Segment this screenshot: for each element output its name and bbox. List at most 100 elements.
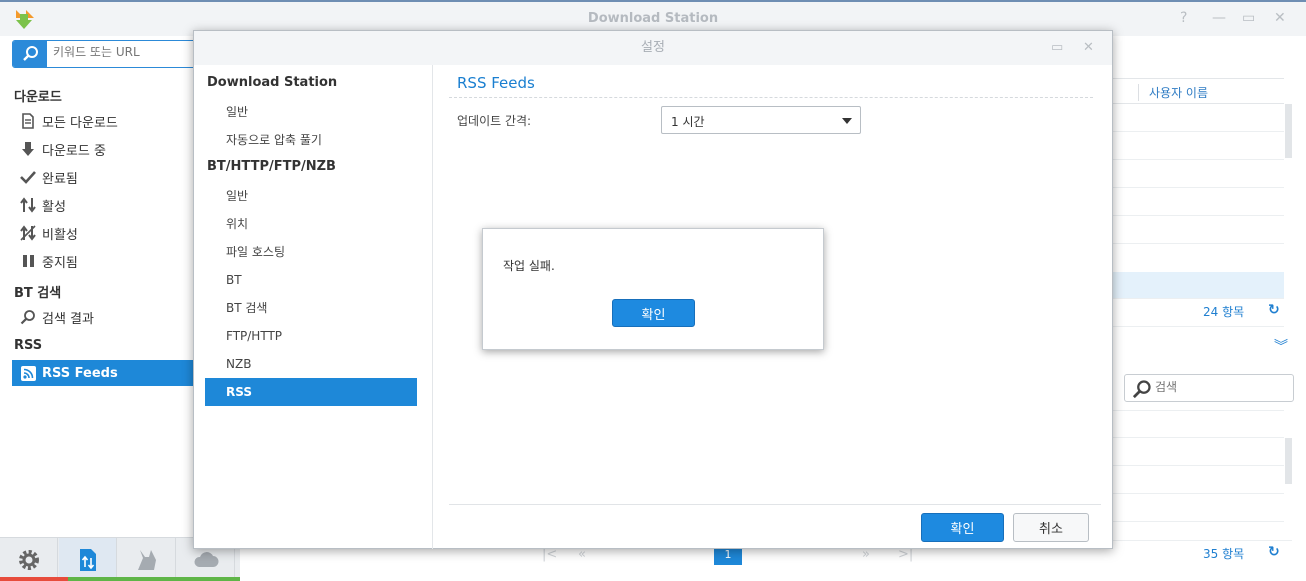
sidebar-item-label: 비활성 xyxy=(42,227,78,243)
table-row xyxy=(1112,187,1284,188)
settings-button[interactable] xyxy=(0,538,58,581)
table-row xyxy=(1112,243,1284,244)
detail-search-input[interactable] xyxy=(1155,380,1285,394)
column-header-username[interactable]: 사용자 이름 xyxy=(1138,84,1208,101)
sidebar-item-inactive[interactable]: 비활성 xyxy=(12,220,194,246)
transfer-icon xyxy=(79,549,96,571)
refresh-icon[interactable]: ↻ xyxy=(1268,302,1280,318)
status-strip xyxy=(0,577,68,581)
dialog-title: 설정 xyxy=(194,31,1112,65)
divider xyxy=(449,97,1093,98)
up-down-arrows-icon xyxy=(20,197,36,213)
sidebar-item-label: 모든 다운로드 xyxy=(42,115,118,131)
nav-item-general[interactable]: 일반 xyxy=(205,98,417,126)
task-count: 24 항목 xyxy=(1203,305,1245,319)
arrow-down-icon xyxy=(20,141,36,157)
nav-section-bt-http: BT/HTTP/FTP/NZB xyxy=(207,159,336,174)
sidebar-item-rss-feeds[interactable]: RSS Feeds xyxy=(12,360,194,386)
sidebar-item-completed[interactable]: 완료됨 xyxy=(12,164,194,190)
maximize-icon[interactable]: ▭ xyxy=(1051,40,1063,55)
window-title: Download Station xyxy=(587,11,719,26)
first-page-icon[interactable]: |< xyxy=(542,547,557,562)
rss-icon xyxy=(20,365,36,381)
nav-section-download-station: Download Station xyxy=(207,75,338,90)
bt-search-section-header: BT 검색 xyxy=(14,286,62,301)
sidebar-item-label: 완료됨 xyxy=(42,171,78,187)
search-button[interactable] xyxy=(13,41,47,67)
divider xyxy=(1112,410,1284,411)
table-row xyxy=(1112,493,1284,494)
scrollbar[interactable] xyxy=(1285,438,1292,484)
alert-ok-button[interactable]: 확인 xyxy=(612,299,695,327)
sidebar-item-label: RSS Feeds xyxy=(42,365,118,381)
donkey-icon xyxy=(137,550,156,570)
sidebar-item-downloading[interactable]: 다운로드 중 xyxy=(12,136,194,162)
last-page-icon[interactable]: >| xyxy=(898,547,913,562)
nav-item-rss[interactable]: RSS xyxy=(205,378,417,406)
update-interval-select[interactable]: 1 시간 xyxy=(661,106,861,134)
sidebar-item-search-results[interactable]: 검색 결과 xyxy=(12,304,194,330)
collapse-chevron-icon[interactable]: ︾ xyxy=(1274,336,1288,356)
sidebar-item-label: 활성 xyxy=(42,199,66,215)
sidebar-item-label: 중지됨 xyxy=(42,255,78,271)
table-row xyxy=(1112,521,1284,522)
close-icon[interactable]: ✕ xyxy=(1274,10,1286,26)
divider xyxy=(1112,298,1284,299)
next-page-icon[interactable]: » xyxy=(862,547,870,562)
checkmark-icon xyxy=(20,169,36,185)
emule-button[interactable] xyxy=(118,538,176,581)
nav-item-ftp-http[interactable]: FTP/HTTP xyxy=(205,322,417,350)
update-interval-label: 업데이트 간격: xyxy=(457,114,532,128)
status-strip xyxy=(68,577,240,581)
minimize-icon[interactable]: — xyxy=(1212,10,1226,26)
cancel-button[interactable]: 취소 xyxy=(1013,513,1089,542)
chevron-down-icon xyxy=(842,118,852,124)
table-row xyxy=(1112,215,1284,216)
update-interval-value: 1 시간 xyxy=(671,115,705,129)
divider xyxy=(1112,326,1284,327)
sidebar-item-paused[interactable]: 중지됨 xyxy=(12,248,194,274)
selected-table-row[interactable] xyxy=(1112,272,1284,298)
sidebar: 다운로드 모든 다운로드 다운로드 중 완료됨 활성 비활성 중지됨 BT 검색… xyxy=(0,36,202,537)
rss-section-header: RSS xyxy=(14,338,43,353)
detail-search-box[interactable] xyxy=(1124,374,1294,402)
nav-item-bt-search[interactable]: BT 검색 xyxy=(205,294,417,322)
error-alert: 작업 실패. 확인 xyxy=(482,228,824,350)
download-section-header: 다운로드 xyxy=(14,90,62,105)
table-row xyxy=(1112,437,1284,438)
nav-item-location[interactable]: 위치 xyxy=(205,210,417,238)
search-icon xyxy=(20,309,36,325)
pause-icon xyxy=(20,253,36,269)
divider xyxy=(449,504,1101,505)
search-icon xyxy=(23,46,38,61)
inactive-icon xyxy=(20,225,36,241)
nav-item-auto-extract[interactable]: 자동으로 압축 풀기 xyxy=(205,126,417,154)
item-count: 35 항목 xyxy=(1203,547,1245,561)
help-icon[interactable]: ? xyxy=(1180,10,1187,26)
content-title: RSS Feeds xyxy=(457,74,535,92)
task-list-header: 사용자 이름 xyxy=(1112,78,1284,104)
nav-item-file-hosting[interactable]: 파일 호스팅 xyxy=(205,238,417,266)
sidebar-item-active[interactable]: 활성 xyxy=(12,192,194,218)
sidebar-item-label: 검색 결과 xyxy=(42,311,94,327)
sidebar-item-label: 다운로드 중 xyxy=(42,143,106,159)
sidebar-item-all-downloads[interactable]: 모든 다운로드 xyxy=(12,108,194,134)
transfer-button[interactable] xyxy=(59,538,117,581)
maximize-icon[interactable]: ▭ xyxy=(1242,10,1255,26)
url-search-input[interactable] xyxy=(53,45,193,59)
ok-button[interactable]: 확인 xyxy=(921,513,1004,542)
url-search-box[interactable] xyxy=(12,40,202,68)
search-icon xyxy=(1132,380,1151,399)
table-row xyxy=(1112,465,1284,466)
nav-item-nzb[interactable]: NZB xyxy=(205,350,417,378)
settings-nav: Download Station 일반 자동으로 압축 풀기 BT/HTTP/F… xyxy=(194,65,433,549)
refresh-icon[interactable]: ↻ xyxy=(1268,544,1280,560)
close-icon[interactable]: ✕ xyxy=(1083,40,1094,55)
nav-item-bt-general[interactable]: 일반 xyxy=(205,182,417,210)
cloud-icon xyxy=(193,552,218,567)
table-row xyxy=(1112,159,1284,160)
nav-item-bt[interactable]: BT xyxy=(205,266,417,294)
alert-message: 작업 실패. xyxy=(503,259,555,273)
scrollbar[interactable] xyxy=(1285,104,1292,158)
prev-page-icon[interactable]: « xyxy=(578,547,586,562)
